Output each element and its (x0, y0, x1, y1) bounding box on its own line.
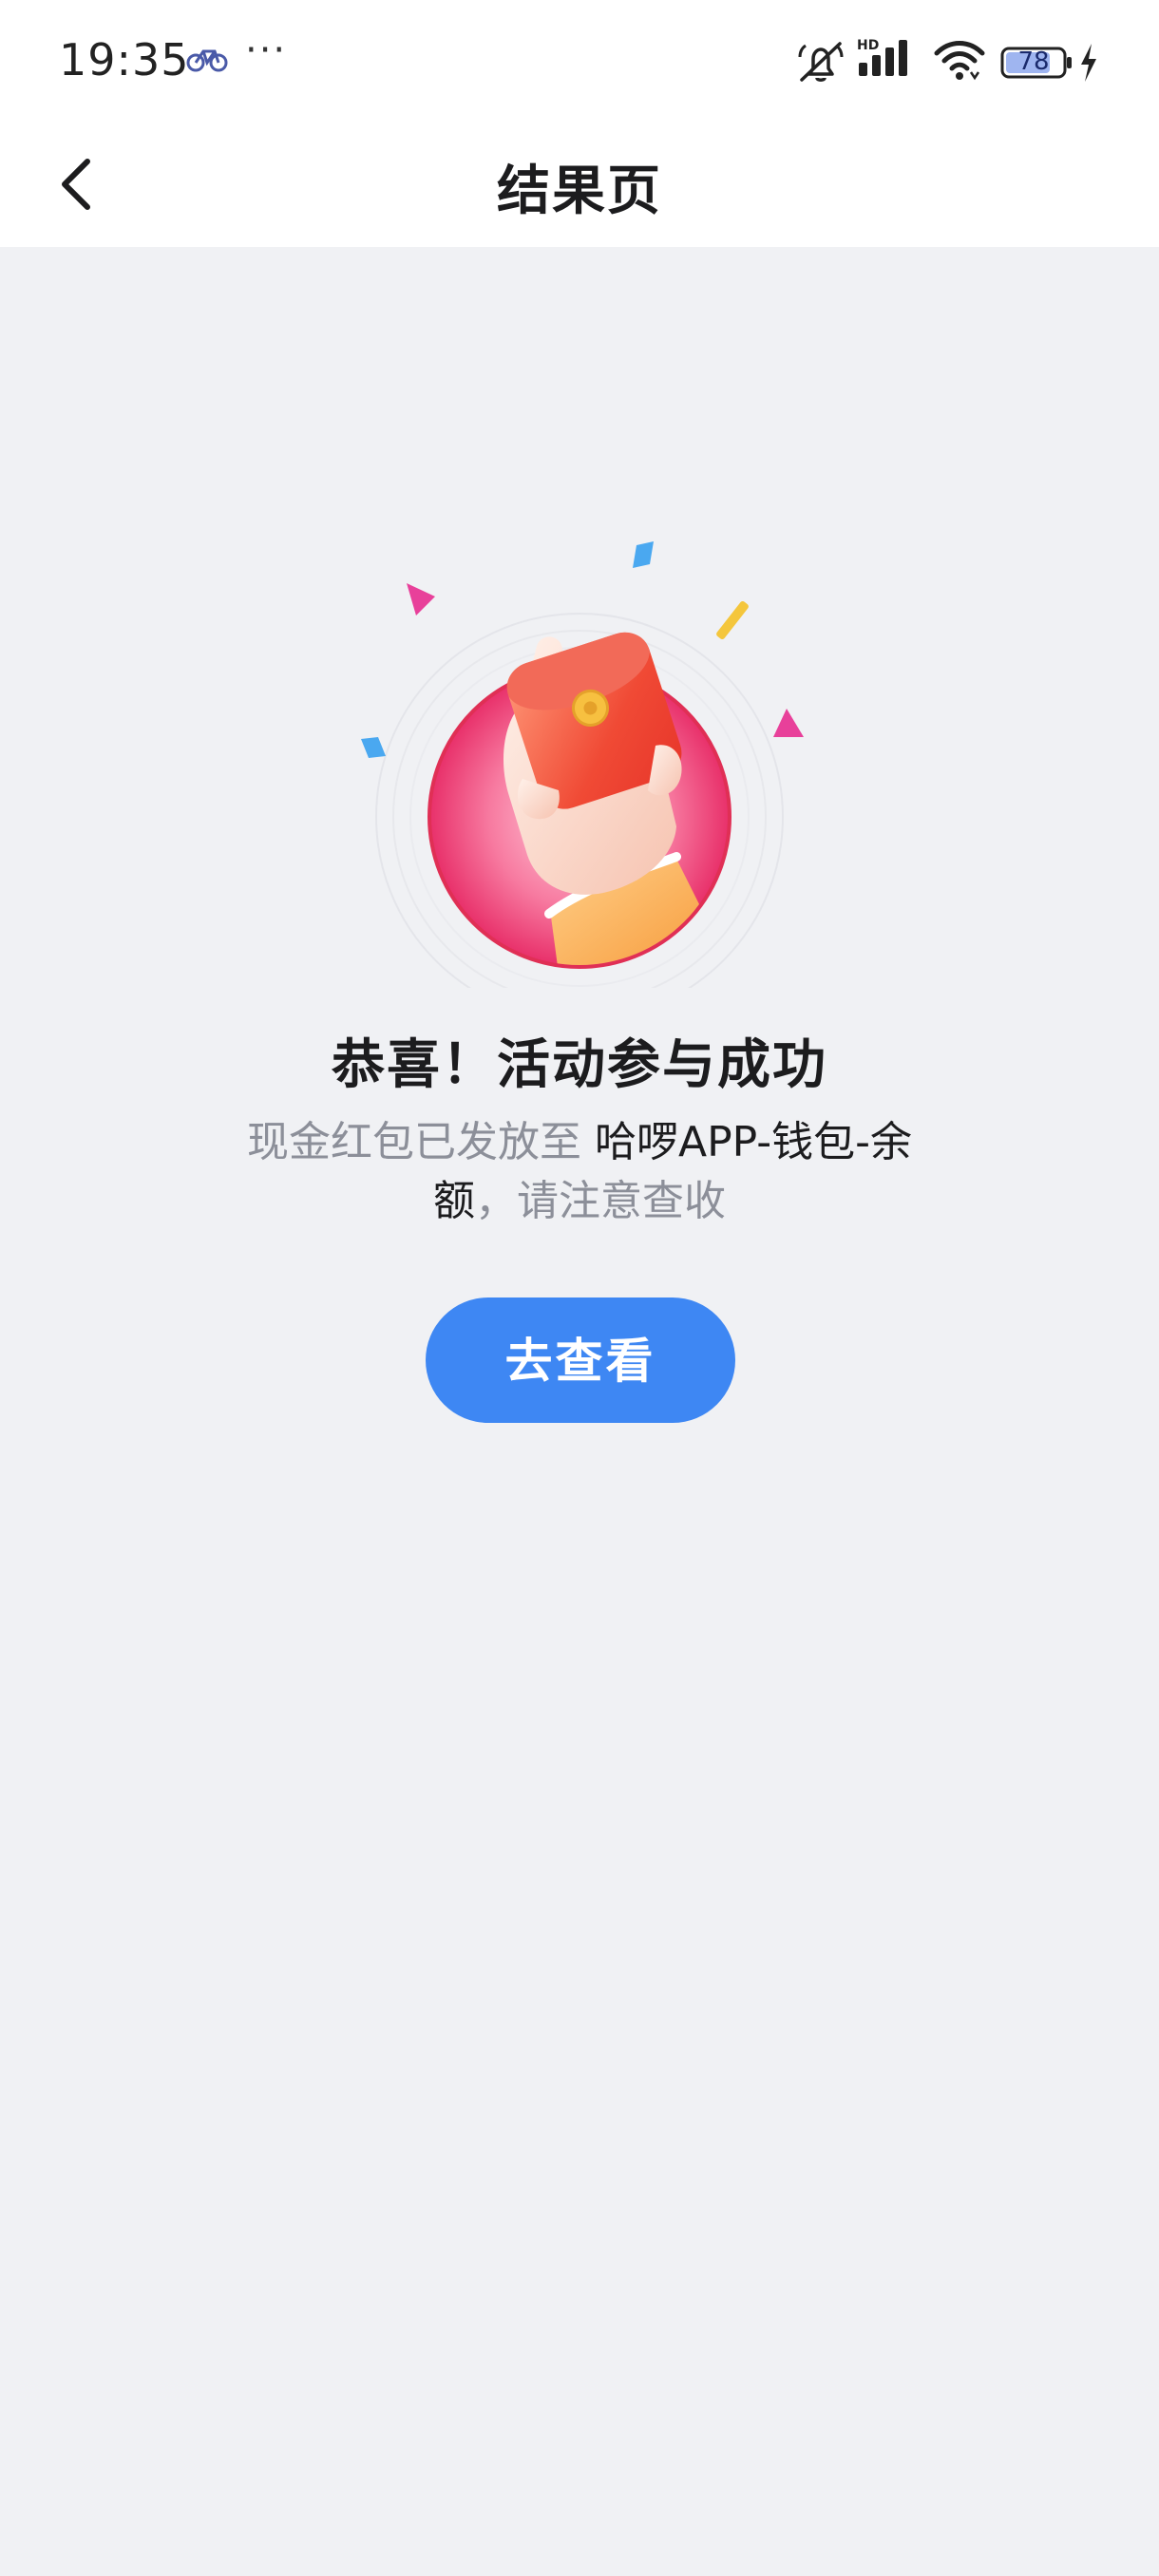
page-title: 结果页 (497, 161, 662, 222)
more-indicator: ··· (245, 28, 288, 72)
svg-text:HD: HD (857, 38, 879, 53)
status-time: 19:35 (59, 34, 190, 85)
battery-level: 78 (1017, 47, 1050, 76)
red-envelope-illustration (361, 541, 804, 988)
mute-icon (798, 42, 844, 82)
desc-suffix: ，请注意查收 (475, 1177, 726, 1225)
desc-location-line1: 哈啰APP-钱包-余 (595, 1118, 912, 1166)
desc-prefix: 现金红包已发放至 (247, 1118, 596, 1166)
bike-icon (186, 49, 228, 72)
status-bar: 19:35 ··· HD 78 (0, 0, 1159, 125)
desc-location-line2: 额 (433, 1177, 475, 1225)
result-title: 恭喜！活动参与成功 (332, 1034, 827, 1096)
charging-icon (1081, 44, 1096, 82)
nav-bar: 结果页 (0, 125, 1159, 247)
hd-signal-icon: HD (857, 38, 907, 76)
view-button[interactable]: 去查看 (426, 1297, 735, 1423)
result-description: 现金红包已发放至 哈啰APP-钱包-余 额，请注意查收 (209, 1113, 950, 1231)
wifi-icon (934, 41, 985, 81)
